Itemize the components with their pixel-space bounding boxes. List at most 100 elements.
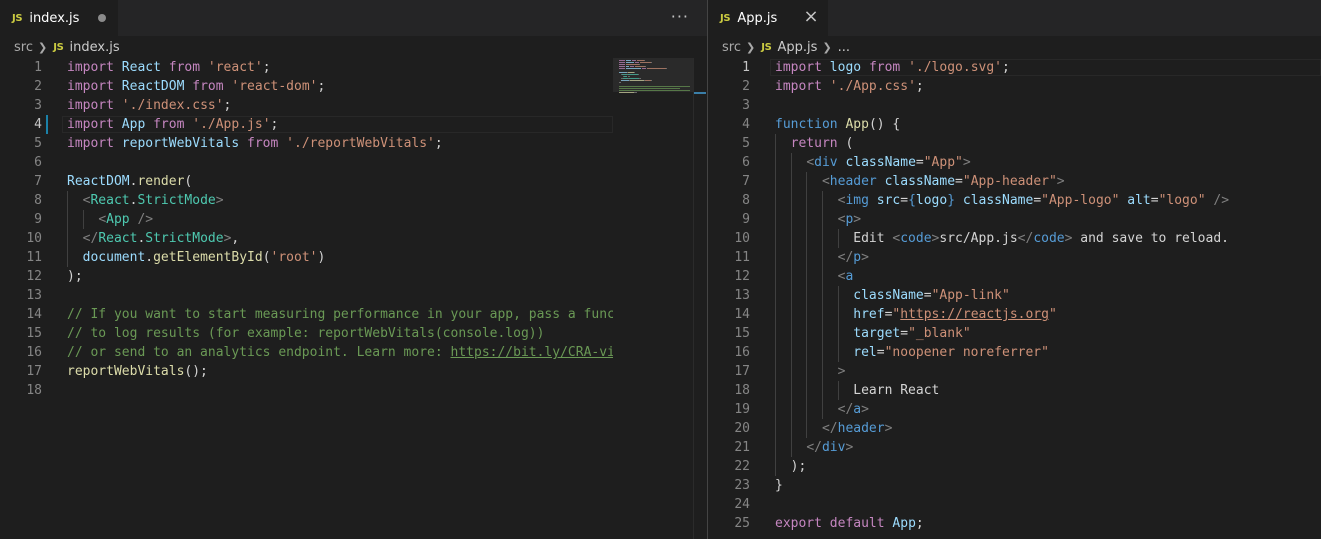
more-actions-button[interactable]: ··· (671, 7, 689, 26)
code-line[interactable]: 12); (0, 267, 707, 286)
code-line[interactable]: 18 (0, 381, 707, 400)
code-token: './App.css' (829, 79, 916, 94)
close-icon[interactable]: × (802, 8, 820, 26)
code-line[interactable]: 9 <p> (708, 210, 1321, 229)
code-line[interactable]: 24 (708, 495, 1321, 514)
minimap[interactable] (613, 58, 693, 539)
breadcrumb-folder[interactable]: src (722, 40, 741, 55)
code-line[interactable]: 2 import './App.css'; (708, 77, 1321, 96)
code-token: className (884, 174, 956, 189)
code-line[interactable]: 2 import ReactDOM from 'react-dom'; (0, 77, 707, 96)
breadcrumb-folder[interactable]: src (14, 40, 33, 55)
code-token: function (775, 117, 838, 132)
code-line[interactable]: 15 // to log results (for example: report… (0, 324, 707, 343)
code-token: < (821, 174, 830, 189)
line-number: 5 (742, 136, 750, 151)
code-text: ); (67, 267, 83, 286)
breadcrumb-file[interactable]: index.js (70, 40, 120, 55)
code-line[interactable]: 14 // If you want to start measuring perf… (0, 305, 707, 324)
code-line[interactable]: 3 import './index.css'; (0, 96, 707, 115)
line-number: 16 (26, 345, 42, 360)
js-file-icon: JS (720, 12, 731, 24)
code-token: src (876, 193, 901, 208)
code-token: </ (82, 231, 99, 246)
code-line[interactable]: 1 import React from 'react'; (0, 58, 707, 77)
code-line[interactable]: 25 export default App; (708, 514, 1321, 533)
tab-index-js[interactable]: JS index.js (0, 0, 118, 36)
code-line[interactable]: 9 <App /> (0, 210, 707, 229)
code-line[interactable]: 4 import App from './App.js'; (0, 115, 707, 134)
code-editor-left[interactable]: 1 import React from 'react'; 2 import React… (0, 58, 707, 539)
code-line[interactable]: 3 (708, 96, 1321, 115)
code-line[interactable]: 16 // or send to an analytics endpoint. L… (0, 343, 707, 362)
code-line[interactable]: 10 Edit <code>src/App.js</code> and save… (708, 229, 1321, 248)
code-line[interactable]: 12 <a (708, 267, 1321, 286)
line-number: 4 (742, 117, 750, 132)
code-line[interactable]: 6 <div className="App"> (708, 153, 1321, 172)
code-line[interactable]: 17 > (708, 362, 1321, 381)
minimap-line (638, 74, 639, 75)
unsaved-changes-dot-icon[interactable] (98, 14, 106, 22)
code-line[interactable]: 5 return ( (708, 134, 1321, 153)
minimap-line (651, 80, 652, 81)
code-line[interactable]: 16 rel="noopener noreferrer" (708, 343, 1321, 362)
code-line[interactable]: 18 Learn React (708, 381, 1321, 400)
code-text: ); (775, 457, 807, 476)
code-token: 'react' (207, 60, 263, 75)
code-line[interactable]: 7 ReactDOM.render( (0, 172, 707, 191)
code-line[interactable]: 23} (708, 476, 1321, 495)
code-line[interactable]: 5 import reportWebVitals from './reportWe… (0, 134, 707, 153)
code-token: React (121, 60, 161, 75)
code-line[interactable]: 22 ); (708, 457, 1321, 476)
code-line[interactable]: 11 </p> (708, 248, 1321, 267)
code-text: import logo from './logo.svg'; (775, 58, 1010, 77)
code-token: './reportWebVitals' (286, 136, 435, 151)
code-line[interactable]: 11 document.getElementById('root') (0, 248, 707, 267)
code-line[interactable]: 8 <img src={logo} className="App-logo" a… (708, 191, 1321, 210)
code-text: <p> (775, 210, 861, 229)
line-number: 16 (734, 345, 750, 360)
code-token: ; (915, 79, 924, 94)
line-number: 1 (34, 60, 42, 75)
code-token: ; (270, 117, 279, 132)
code-text: </React.StrictMode>, (67, 229, 240, 248)
code-line[interactable]: 19 </a> (708, 400, 1321, 419)
breadcrumb-symbols[interactable]: ... (838, 40, 850, 55)
code-token: 'react-dom' (231, 79, 318, 94)
code-line[interactable]: 1 import logo from './logo.svg'; (708, 58, 1321, 77)
code-line[interactable]: 14 href="https://reactjs.org" (708, 305, 1321, 324)
code-token: "App-link" (931, 288, 1010, 303)
code-line[interactable]: 8 <React.StrictMode> (0, 191, 707, 210)
code-line[interactable]: 13 className="App-link" (708, 286, 1321, 305)
line-number: 8 (742, 193, 750, 208)
breadcrumb-file[interactable]: App.js (778, 40, 818, 55)
code-text: Edit <code>src/App.js</code> and save to… (775, 229, 1229, 248)
code-line[interactable]: 7 <header className="App-header"> (708, 172, 1321, 191)
code-text: Learn React (775, 381, 939, 400)
minimap-line (640, 62, 651, 63)
code-line[interactable]: 6 (0, 153, 707, 172)
code-token: "logo" (1158, 193, 1206, 208)
code-line[interactable]: 15 target="_blank" (708, 324, 1321, 343)
chevron-right-icon: ❯ (745, 40, 756, 54)
code-token: /> (137, 212, 154, 227)
code-line[interactable]: 20 </header> (708, 419, 1321, 438)
minimap-line (644, 60, 645, 61)
code-line[interactable]: 21 </div> (708, 438, 1321, 457)
code-token: App (892, 516, 916, 531)
line-number: 2 (742, 79, 750, 94)
code-line[interactable]: 17 reportWebVitals(); (0, 362, 707, 381)
code-line[interactable]: 4 function App() { (708, 115, 1321, 134)
code-token: ; (1002, 60, 1010, 75)
code-line[interactable]: 10 </React.StrictMode>, (0, 229, 707, 248)
code-text: <App /> (67, 210, 153, 229)
code-token: import (775, 79, 822, 94)
tab-app-js[interactable]: JS App.js × (708, 0, 828, 36)
minimap-line (619, 64, 625, 65)
code-editor-right[interactable]: 1 import logo from './logo.svg'; 2 import '… (708, 58, 1321, 539)
code-token: ReactDOM (121, 79, 185, 94)
code-text: import ReactDOM from 'react-dom'; (67, 77, 325, 96)
line-number: 11 (734, 250, 750, 265)
code-line[interactable]: 13 (0, 286, 707, 305)
